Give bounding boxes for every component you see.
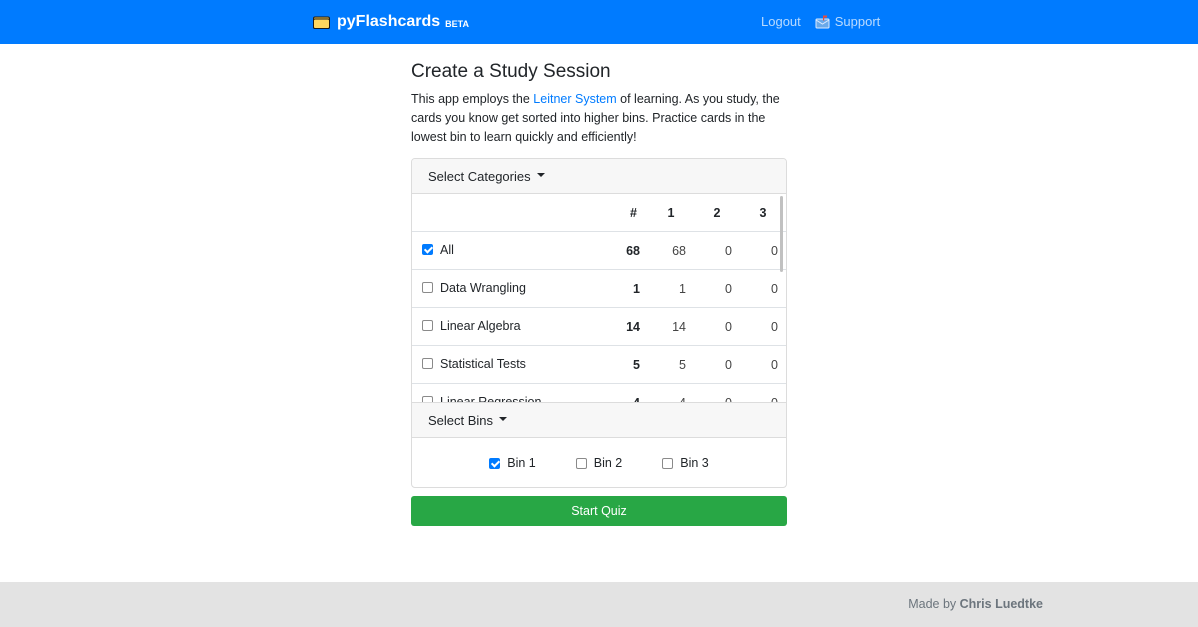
category-checkbox[interactable] [422, 358, 433, 370]
category-bin3-count: 0 [740, 383, 786, 402]
intro-before: This app employs the [411, 92, 534, 106]
bin-checkbox[interactable] [575, 457, 587, 469]
categories-table: # 1 2 3 All 68 68 0 0 Data Wrangling 1 1 0 0 Linea… [412, 194, 786, 402]
nav-links: Logout Support [761, 14, 880, 29]
category-label: Linear Algebra [440, 318, 521, 333]
support-link[interactable]: Support [815, 14, 881, 29]
brand-link[interactable]: pyFlashcards BETA [313, 12, 469, 32]
category-bin3-count: 0 [740, 307, 786, 346]
navbar: pyFlashcards BETA Logout Support [0, 0, 1198, 44]
bins-options: Bin 1 Bin 2 Bin 3 [412, 438, 786, 487]
category-label: Linear Regression [440, 394, 542, 402]
bin-label: Bin 1 [507, 456, 536, 470]
column-header-category [412, 194, 600, 232]
category-bin2-count: 0 [694, 383, 740, 402]
caret-down-icon [499, 417, 508, 421]
footer: Made by Chris Luedtke [0, 582, 1198, 627]
category-bin1-count: 5 [648, 345, 694, 384]
category-bin1-count: 4 [648, 383, 694, 402]
categories-table-wrap[interactable]: # 1 2 3 All 68 68 0 0 Data Wrangling 1 1 0 0 Linea… [412, 194, 786, 402]
select-bins-label: Select Bins [428, 412, 494, 428]
category-total: 4 [600, 383, 648, 402]
category-checkbox-label[interactable]: Statistical Tests [422, 357, 526, 371]
intro-text: This app employs the Leitner System of l… [411, 90, 791, 147]
table-row: Linear Algebra 14 14 0 0 [412, 307, 786, 346]
category-checkbox-label[interactable]: Linear Regression [422, 395, 541, 402]
table-row: Linear Regression4400 [412, 383, 786, 402]
main-content: Create a Study Session This app employs … [411, 58, 787, 147]
category-total: 68 [600, 231, 648, 270]
category-cell: Linear Algebra [412, 307, 600, 346]
select-categories-label: Select Categories [428, 168, 531, 184]
category-bin2-count: 0 [694, 307, 740, 346]
study-session-card: Select Categories # 1 2 3 All 68 68 0 0 Data … [411, 158, 787, 488]
category-bin3-count: 0 [740, 269, 786, 308]
caret-down-icon [536, 173, 545, 177]
folder-icon [313, 16, 330, 29]
bin-option[interactable]: Bin 1 [489, 456, 536, 470]
category-bin2-count: 0 [694, 345, 740, 384]
column-header-bin1: 1 [648, 194, 694, 232]
bin-label: Bin 3 [680, 456, 709, 470]
brand-name: pyFlashcards [337, 13, 441, 30]
category-label: All [440, 242, 454, 257]
category-cell: Linear Regression [412, 383, 600, 402]
table-row: Statistical Tests 5 5 0 0 [412, 345, 786, 384]
support-label: Support [834, 14, 881, 29]
leitner-system-link[interactable]: Leitner System [533, 92, 616, 106]
category-bin2-count: 0 [694, 269, 740, 308]
category-bin1-count: 1 [648, 269, 694, 308]
category-checkbox-label[interactable]: Linear Algebra [422, 319, 521, 333]
category-checkbox[interactable] [422, 282, 433, 294]
category-checkbox[interactable] [422, 244, 433, 256]
category-cell: Data Wrangling [412, 269, 600, 308]
category-total: 1 [600, 269, 648, 308]
category-checkbox[interactable] [422, 320, 433, 332]
mailbox-icon [815, 15, 830, 28]
author-name: Chris Luedtke [959, 597, 1043, 611]
footer-credit: Made by Chris Luedtke [908, 597, 1043, 611]
category-cell: All [412, 231, 600, 270]
table-row: All 68 68 0 0 [412, 231, 786, 270]
bin-option[interactable]: Bin 2 [575, 456, 623, 470]
category-checkbox-label[interactable]: Data Wrangling [422, 281, 526, 295]
category-label: Statistical Tests [440, 356, 526, 371]
category-total: 5 [600, 345, 648, 384]
category-total: 14 [600, 307, 648, 346]
category-checkbox-label[interactable]: All [422, 243, 454, 257]
bin-checkbox[interactable] [662, 457, 674, 469]
category-bin3-count: 0 [740, 345, 786, 384]
table-row: Data Wrangling 1 1 0 0 [412, 269, 786, 308]
category-checkbox[interactable] [422, 396, 433, 402]
category-bin1-count: 14 [648, 307, 694, 346]
column-header-bin2: 2 [694, 194, 740, 232]
bin-label: Bin 2 [593, 456, 623, 470]
page-title: Create a Study Session [411, 61, 611, 82]
category-cell: Statistical Tests [412, 345, 600, 384]
bin-option[interactable]: Bin 3 [662, 456, 709, 470]
category-label: Data Wrangling [440, 280, 526, 295]
select-categories-toggle[interactable]: Select Categories [412, 159, 786, 194]
column-header-total: # [600, 194, 648, 232]
select-bins-toggle[interactable]: Select Bins [412, 402, 786, 438]
category-bin1-count: 68 [648, 231, 694, 270]
table-scrollbar[interactable] [780, 196, 783, 272]
table-header-row: # 1 2 3 [412, 194, 786, 232]
beta-badge: BETA [445, 19, 469, 29]
logout-link[interactable]: Logout [761, 14, 801, 29]
start-quiz-button[interactable]: Start Quiz [411, 496, 787, 526]
bin-checkbox[interactable] [489, 457, 501, 469]
footer-prefix: Made by [908, 597, 960, 611]
category-bin2-count: 0 [694, 231, 740, 270]
